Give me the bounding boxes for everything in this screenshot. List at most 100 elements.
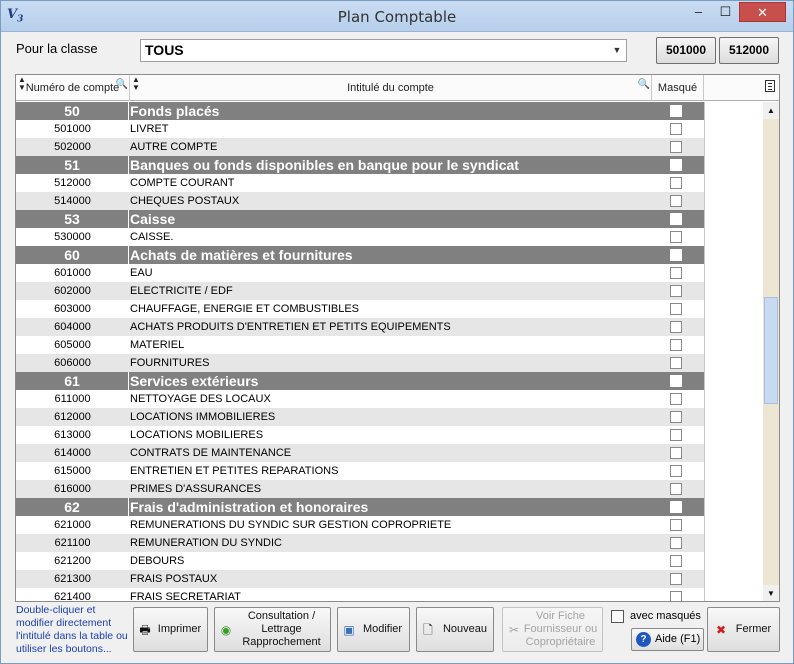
account-label[interactable]: COMPTE COURANT xyxy=(130,174,651,192)
hidden-checkbox[interactable] xyxy=(670,501,682,513)
account-label[interactable]: CONTRATS DE MAINTENANCE xyxy=(130,444,651,462)
hidden-checkbox[interactable] xyxy=(670,249,682,261)
minimize-button[interactable]: – xyxy=(685,2,712,22)
account-label[interactable]: DEBOURS xyxy=(130,552,651,570)
scrollbar-thumb[interactable] xyxy=(764,297,778,404)
account-label[interactable]: NETTOYAGE DES LOCAUX xyxy=(130,390,651,408)
column-header-masque[interactable]: Masqué xyxy=(652,75,704,101)
search-icon[interactable]: 🔍 xyxy=(638,80,650,90)
table-row[interactable]: 605000 MATERIEL xyxy=(16,336,704,354)
column-header-intitule[interactable]: ▲ ▼ Intitulé du compte 🔍 xyxy=(130,75,652,101)
hidden-checkbox[interactable] xyxy=(670,123,682,135)
hidden-checkbox[interactable] xyxy=(670,429,682,441)
account-label[interactable]: ELECTRICITE / EDF xyxy=(130,282,651,300)
table-row[interactable]: 613000 LOCATIONS MOBILIERES xyxy=(16,426,704,444)
table-row[interactable]: 604000 ACHATS PRODUITS D'ENTRETIEN ET PET… xyxy=(16,318,704,336)
table-row[interactable]: 621400 FRAIS SECRETARIAT xyxy=(16,588,704,601)
account-label[interactable]: FRAIS POSTAUX xyxy=(130,570,651,588)
table-row[interactable]: 615000 ENTRETIEN ET PETITES REPARATIONS xyxy=(16,462,704,480)
account-label[interactable]: Frais d'administration et honoraires xyxy=(130,498,651,516)
account-label[interactable]: REMUNERATION DU SYNDIC xyxy=(130,534,651,552)
search-icon[interactable]: 🔍 xyxy=(116,80,128,90)
hidden-checkbox[interactable] xyxy=(670,267,682,279)
hidden-checkbox[interactable] xyxy=(670,177,682,189)
table-row[interactable]: 612000 LOCATIONS IMMOBILIERES xyxy=(16,408,704,426)
group-row[interactable]: 62 Frais d'administration et honoraires xyxy=(16,498,704,516)
vertical-scrollbar[interactable]: ▲ ▼ xyxy=(763,102,779,601)
hidden-checkbox[interactable] xyxy=(670,375,682,387)
account-label[interactable]: FRAIS SECRETARIAT xyxy=(130,588,651,601)
account-label[interactable]: ENTRETIEN ET PETITES REPARATIONS xyxy=(130,462,651,480)
hidden-checkbox[interactable] xyxy=(670,303,682,315)
column-chooser-icon[interactable] xyxy=(765,80,775,92)
hidden-checkbox[interactable] xyxy=(670,105,682,117)
scroll-up-arrow-icon[interactable]: ▲ xyxy=(763,102,779,119)
table-row[interactable]: 621200 DEBOURS xyxy=(16,552,704,570)
table-row[interactable]: 621000 REMUNERATIONS DU SYNDIC SUR GESTIO… xyxy=(16,516,704,534)
class-select[interactable]: TOUS ▼ xyxy=(140,39,627,62)
table-row[interactable]: 530000 CAISSE. xyxy=(16,228,704,246)
account-label[interactable]: MATERIEL xyxy=(130,336,651,354)
show-hidden-checkbox[interactable] xyxy=(611,610,624,623)
maximize-button[interactable]: ☐ xyxy=(712,2,739,22)
hidden-checkbox[interactable] xyxy=(670,159,682,171)
sort-icon[interactable]: ▲ ▼ xyxy=(18,76,26,92)
account-label[interactable]: FOURNITURES xyxy=(130,354,651,372)
hidden-checkbox[interactable] xyxy=(670,573,682,585)
table-row[interactable]: 502000 AUTRE COMPTE xyxy=(16,138,704,156)
group-row[interactable]: 60 Achats de matières et fournitures xyxy=(16,246,704,264)
hidden-checkbox[interactable] xyxy=(670,339,682,351)
hidden-checkbox[interactable] xyxy=(670,411,682,423)
hidden-checkbox[interactable] xyxy=(670,591,682,601)
account-label[interactable]: Achats de matières et fournitures xyxy=(130,246,651,264)
table-row[interactable]: 514000 CHEQUES POSTAUX xyxy=(16,192,704,210)
table-row[interactable]: 616000 PRIMES D'ASSURANCES xyxy=(16,480,704,498)
table-row[interactable]: 602000 ELECTRICITE / EDF xyxy=(16,282,704,300)
account-label[interactable]: Services extérieurs xyxy=(130,372,651,390)
jump-512000-button[interactable]: 512000 xyxy=(719,37,779,64)
table-row[interactable]: 614000 CONTRATS DE MAINTENANCE xyxy=(16,444,704,462)
table-row[interactable]: 603000 CHAUFFAGE, ENERGIE ET COMBUSTIBLES xyxy=(16,300,704,318)
table-row[interactable]: 606000 FOURNITURES xyxy=(16,354,704,372)
account-label[interactable]: LOCATIONS IMMOBILIERES xyxy=(130,408,651,426)
hidden-checkbox[interactable] xyxy=(670,357,682,369)
account-label[interactable]: CHAUFFAGE, ENERGIE ET COMBUSTIBLES xyxy=(130,300,651,318)
hidden-checkbox[interactable] xyxy=(670,555,682,567)
account-label[interactable]: CHEQUES POSTAUX xyxy=(130,192,651,210)
table-row[interactable]: 501000 LIVRET xyxy=(16,120,704,138)
jump-501000-button[interactable]: 501000 xyxy=(656,37,716,64)
consultation-lettrage-button[interactable]: ◉ Consultation / Lettrage Rapprochement xyxy=(214,607,331,652)
modify-button[interactable]: ▣ Modifier xyxy=(337,607,410,652)
hidden-checkbox[interactable] xyxy=(670,447,682,459)
table-row[interactable]: 621100 REMUNERATION DU SYNDIC xyxy=(16,534,704,552)
account-label[interactable]: Fonds placés xyxy=(130,102,651,120)
account-label[interactable]: EAU xyxy=(130,264,651,282)
hidden-checkbox[interactable] xyxy=(670,537,682,549)
hidden-checkbox[interactable] xyxy=(670,483,682,495)
account-label[interactable]: LIVRET xyxy=(130,120,651,138)
group-row[interactable]: 61 Services extérieurs xyxy=(16,372,704,390)
hidden-checkbox[interactable] xyxy=(670,285,682,297)
table-row[interactable]: 621300 FRAIS POSTAUX xyxy=(16,570,704,588)
close-window-button[interactable]: ✕ xyxy=(739,2,786,22)
group-row[interactable]: 50 Fonds placés xyxy=(16,102,704,120)
hidden-checkbox[interactable] xyxy=(670,231,682,243)
table-row[interactable]: 512000 COMPTE COURANT xyxy=(16,174,704,192)
group-row[interactable]: 51 Banques ou fonds disponibles en banque… xyxy=(16,156,704,174)
account-label[interactable]: REMUNERATIONS DU SYNDIC SUR GESTION COPR… xyxy=(130,516,651,534)
account-label[interactable]: AUTRE COMPTE xyxy=(130,138,651,156)
hidden-checkbox[interactable] xyxy=(670,465,682,477)
hidden-checkbox[interactable] xyxy=(670,213,682,225)
account-label[interactable]: CAISSE. xyxy=(130,228,651,246)
account-label[interactable]: LOCATIONS MOBILIERES xyxy=(130,426,651,444)
chevron-down-icon[interactable]: ▼ xyxy=(608,40,626,61)
account-label[interactable]: ACHATS PRODUITS D'ENTRETIEN ET PETITS EQ… xyxy=(130,318,651,336)
view-supplier-card-button[interactable]: ✂ Voir Fiche Fournisseur ou Copropriétai… xyxy=(502,607,603,652)
title-bar[interactable]: V3 Plan Comptable – ☐ ✕ xyxy=(1,1,793,32)
close-button[interactable]: ✖ Fermer xyxy=(707,607,780,652)
sort-icon[interactable]: ▲ ▼ xyxy=(132,76,140,92)
account-label[interactable]: Caisse xyxy=(130,210,651,228)
hidden-checkbox[interactable] xyxy=(670,195,682,207)
hidden-checkbox[interactable] xyxy=(670,321,682,333)
hidden-checkbox[interactable] xyxy=(670,393,682,405)
